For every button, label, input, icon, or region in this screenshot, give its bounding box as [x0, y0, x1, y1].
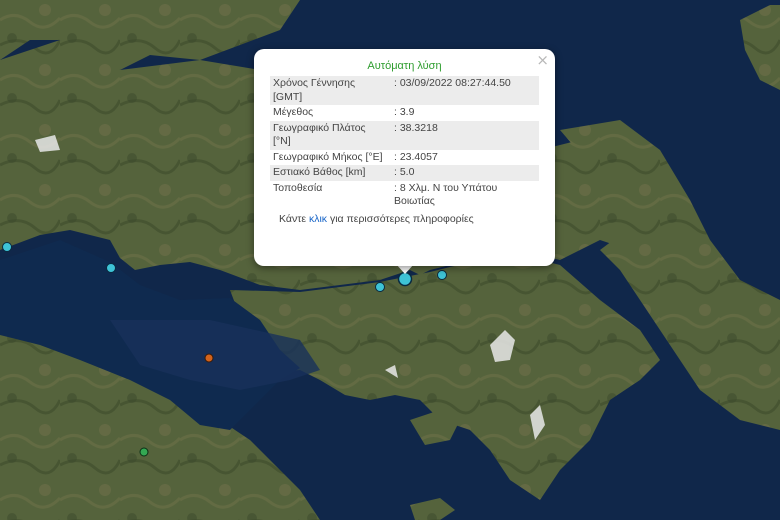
earthquake-details-table: Χρόνος Γέννησης [GMT] : 03/09/2022 08:27…	[270, 76, 539, 210]
popup-footer: Κάντε κλικ για περισσότερες πληροφορίες	[270, 213, 539, 225]
earthquake-marker[interactable]	[106, 263, 116, 273]
row-key: Γεωγραφικό Πλάτος [°N]	[270, 120, 388, 150]
row-value: : 38.3218	[388, 120, 539, 150]
table-row: Γεωγραφικό Μήκος [°E] : 23.4057	[270, 150, 539, 166]
earthquake-marker[interactable]	[375, 282, 385, 292]
popup-title: Αυτόματη λύση	[367, 60, 442, 72]
earthquake-popup: × Αυτόματη λύση Χρόνος Γέννησης [GMT] : …	[254, 49, 555, 266]
table-row: Χρόνος Γέννησης [GMT] : 03/09/2022 08:27…	[270, 76, 539, 105]
earthquake-marker[interactable]	[437, 270, 447, 280]
row-key: Χρόνος Γέννησης [GMT]	[270, 76, 388, 105]
row-value: : 8 Χλμ. Ν του Υπάτου Βοιωτίας	[394, 181, 498, 208]
table-row: Τοποθεσία : 8 Χλμ. Ν του Υπάτου Βοιωτίας	[270, 181, 539, 210]
row-value: : 03/09/2022 08:27:44.50	[388, 76, 539, 105]
table-row: Εστιακό Βάθος [km] : 5.0	[270, 165, 539, 181]
earthquake-marker-selected[interactable]	[397, 271, 413, 287]
footer-prefix: Κάντε	[279, 212, 309, 225]
more-info-link[interactable]: κλικ	[309, 213, 327, 225]
earthquake-marker[interactable]	[2, 242, 12, 252]
earthquake-marker[interactable]	[204, 353, 214, 363]
row-key: Μέγεθος	[273, 106, 314, 118]
close-icon[interactable]: ×	[536, 51, 549, 69]
footer-suffix: για περισσότερες πληροφορίες	[327, 212, 474, 225]
table-row: Μέγεθος : 3.9	[270, 105, 539, 121]
row-value: : 5.0	[388, 165, 539, 181]
table-row: Γεωγραφικό Πλάτος [°N] : 38.3218	[270, 120, 539, 150]
row-key: Τοποθεσία	[273, 181, 323, 194]
row-key: Γεωγραφικό Μήκος [°E]	[273, 150, 383, 163]
earthquake-marker[interactable]	[139, 447, 149, 457]
row-value: : 23.4057	[394, 150, 438, 163]
row-value: : 3.9	[394, 106, 415, 118]
row-key: Εστιακό Βάθος [km]	[270, 165, 388, 181]
